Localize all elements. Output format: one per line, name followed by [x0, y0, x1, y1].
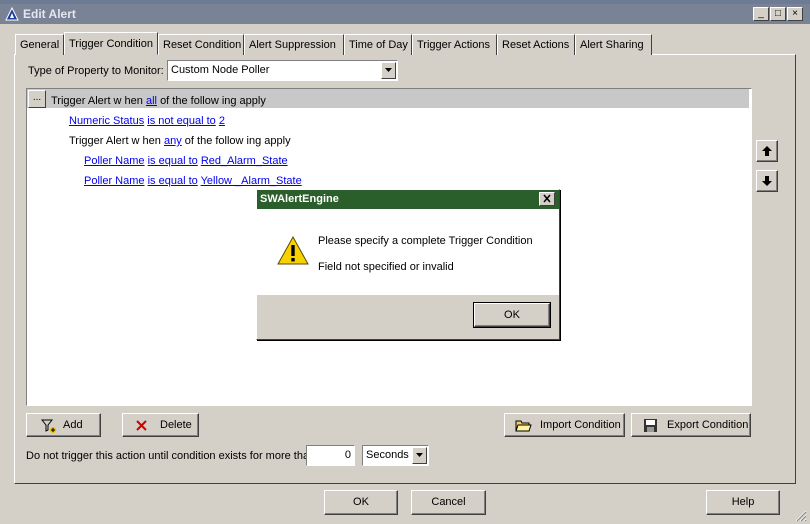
condition-group-quantifier[interactable]: any	[164, 135, 182, 147]
export-condition-button[interactable]: Export Condition	[631, 413, 751, 437]
dialog-detail: Field not specified or invalid	[318, 261, 454, 273]
condition-operator[interactable]: is not equal to	[147, 115, 216, 127]
add-condition-icon	[41, 419, 56, 433]
move-up-button[interactable]	[756, 140, 778, 162]
condition-root: Trigger Alert w hen all of the follow in…	[51, 95, 266, 107]
dialog-message: Please specify a complete Trigger Condit…	[318, 235, 533, 247]
condition-group-prefix: Trigger Alert w hen	[69, 135, 161, 147]
title-bar[interactable]: Edit Alert _ □ ×	[0, 4, 810, 24]
property-type-value: Custom Node Poller	[171, 64, 270, 76]
condition-field[interactable]: Poller Name	[84, 175, 145, 187]
export-condition-label: Export Condition	[667, 419, 749, 431]
dialog-ok-button[interactable]: OK	[473, 302, 551, 328]
window-title: Edit Alert	[23, 7, 76, 21]
tab-reset-condition[interactable]: Reset Condition	[158, 34, 244, 55]
condition-root-prefix: Trigger Alert w hen	[51, 95, 143, 107]
condition-field[interactable]: Poller Name	[84, 155, 145, 167]
condition-group-suffix: of the follow ing apply	[184, 135, 291, 147]
tab-trigger-condition[interactable]: Trigger Condition	[64, 32, 158, 55]
cancel-button[interactable]: Cancel	[411, 490, 486, 515]
condition-group: Trigger Alert w hen any of the follow in…	[69, 135, 291, 147]
condition-root-suffix: of the follow ing apply	[160, 95, 266, 107]
app-icon	[5, 6, 19, 24]
minimize-button[interactable]: _	[753, 7, 769, 21]
condition-row: Poller Name is equal to Yellow _Alarm_St…	[84, 175, 302, 187]
add-button[interactable]: Add	[26, 413, 101, 437]
chevron-down-icon[interactable]	[381, 62, 396, 79]
arrow-up-icon	[762, 146, 772, 156]
import-condition-button[interactable]: Import Condition	[504, 413, 625, 437]
move-down-button[interactable]	[756, 170, 778, 192]
delay-label: Do not trigger this action until conditi…	[26, 450, 316, 462]
save-icon	[644, 419, 657, 432]
chevron-down-icon[interactable]	[412, 447, 427, 464]
property-type-label: Type of Property to Monitor:	[28, 65, 164, 77]
condition-row: Poller Name is equal to Red_Alarm_State	[84, 155, 288, 167]
maximize-button[interactable]: □	[770, 7, 786, 21]
delete-icon	[136, 420, 147, 431]
resize-grip-icon[interactable]	[793, 508, 807, 522]
close-icon	[543, 194, 551, 203]
delay-unit-select[interactable]: Seconds	[362, 445, 429, 466]
delay-unit-value: Seconds	[366, 449, 409, 461]
property-type-select[interactable]: Custom Node Poller	[167, 60, 398, 81]
close-button[interactable]: ×	[787, 7, 803, 21]
arrow-down-icon	[762, 176, 772, 186]
tab-alert-suppression[interactable]: Alert Suppression	[244, 34, 344, 55]
delay-value: 0	[344, 449, 351, 461]
ok-button[interactable]: OK	[324, 490, 398, 515]
condition-value[interactable]: Yellow _Alarm_State	[201, 175, 302, 187]
condition-field[interactable]: Numeric Status	[69, 115, 144, 127]
dialog-title: SWAlertEngine	[260, 193, 339, 205]
dialog-title-bar[interactable]: SWAlertEngine	[257, 190, 559, 209]
tab-time-of-day[interactable]: Time of Day	[344, 34, 412, 55]
warning-icon	[277, 236, 309, 265]
condition-root-quantifier[interactable]: all	[146, 95, 157, 107]
folder-open-icon	[515, 420, 532, 432]
tab-general[interactable]: General	[15, 34, 64, 55]
delete-button[interactable]: Delete	[122, 413, 199, 437]
condition-value[interactable]: 2	[219, 115, 225, 127]
condition-menu-button[interactable]: ...	[28, 90, 46, 108]
dialog-close-button[interactable]	[539, 192, 555, 206]
condition-row: Numeric Status is not equal to 2	[69, 115, 225, 127]
tab-trigger-actions[interactable]: Trigger Actions	[412, 34, 497, 55]
condition-operator[interactable]: is equal to	[148, 155, 198, 167]
tab-reset-actions[interactable]: Reset Actions	[497, 34, 575, 55]
import-condition-label: Import Condition	[540, 419, 621, 431]
help-button[interactable]: Help	[706, 490, 780, 515]
add-button-label: Add	[63, 419, 83, 431]
delete-button-label: Delete	[160, 419, 192, 431]
tab-alert-sharing[interactable]: Alert Sharing	[575, 34, 652, 55]
condition-operator[interactable]: is equal to	[148, 175, 198, 187]
delay-input[interactable]: 0	[306, 445, 355, 466]
condition-value[interactable]: Red_Alarm_State	[201, 155, 288, 167]
